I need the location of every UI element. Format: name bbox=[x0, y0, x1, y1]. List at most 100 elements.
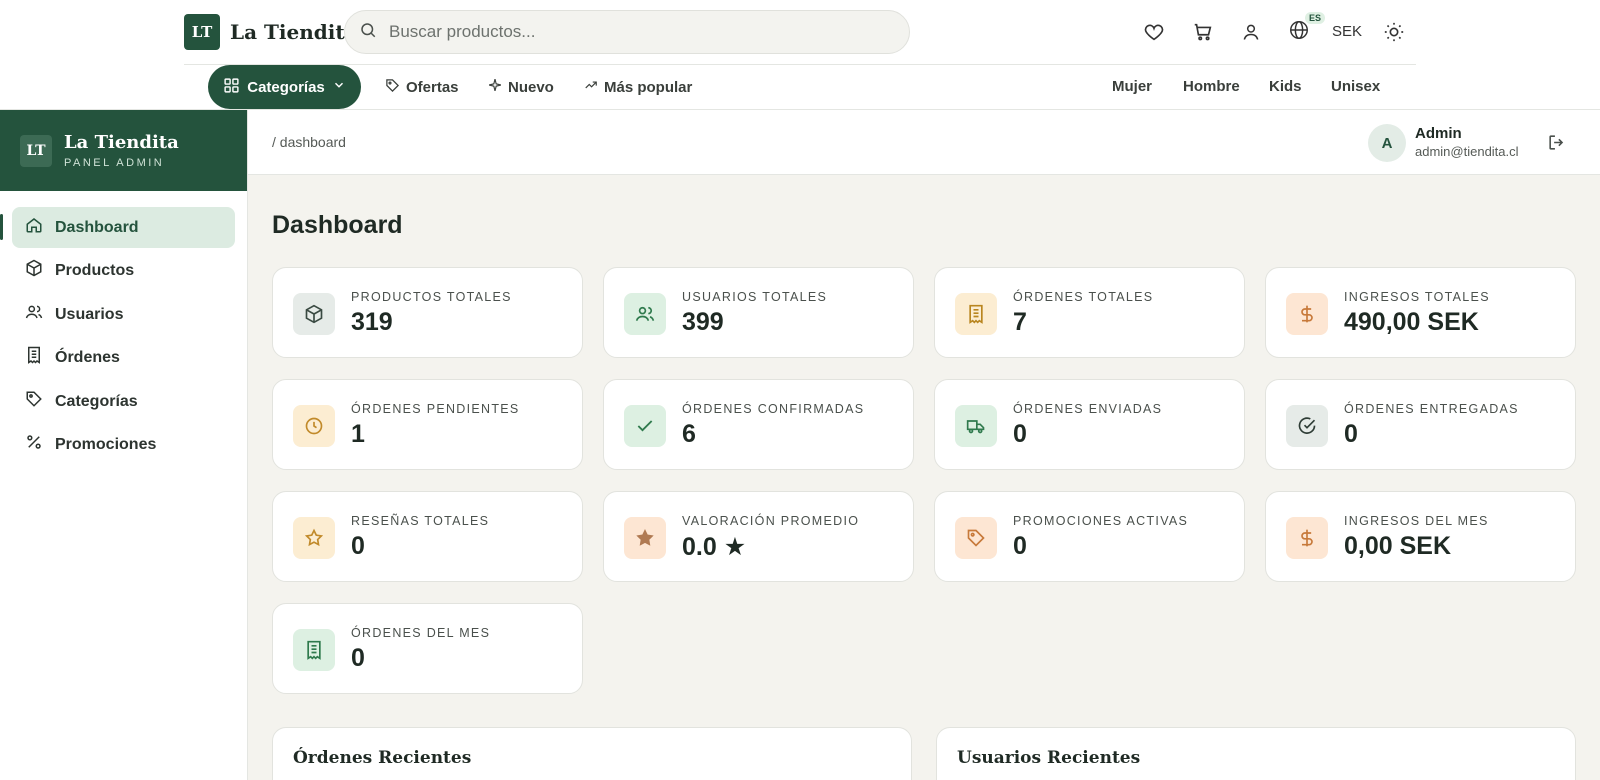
stat-value: 0 bbox=[351, 644, 365, 672]
nav-mas-popular[interactable]: Más popular bbox=[584, 78, 692, 96]
nav-nuevo[interactable]: Nuevo bbox=[488, 78, 554, 96]
stat-value: 0,00 SEK bbox=[1344, 532, 1452, 560]
stat-value: 0 bbox=[1344, 420, 1358, 448]
box-icon bbox=[25, 259, 43, 282]
stat-card-productos[interactable]: Productos totales 319 bbox=[272, 267, 583, 358]
sidebar-item-usuarios[interactable]: Usuarios bbox=[12, 294, 235, 335]
stat-value: 319 bbox=[351, 308, 393, 336]
sidebar-title: La Tiendita bbox=[64, 132, 179, 153]
panel-title: Órdenes Recientes bbox=[293, 748, 472, 768]
stat-label: Órdenes confirmadas bbox=[682, 402, 865, 416]
nav-link-label: Nuevo bbox=[508, 78, 554, 96]
main-content: / dashboard A Admin admin@tiendita.cl Da… bbox=[248, 110, 1600, 780]
sidebar-item-label: Dashboard bbox=[55, 218, 139, 236]
nav-ofertas[interactable]: Ofertas bbox=[385, 78, 459, 97]
stat-value: 7 bbox=[1013, 308, 1027, 336]
sidebar-item-label: Órdenes bbox=[55, 348, 120, 366]
admin-name: Admin bbox=[1415, 125, 1462, 142]
brand[interactable]: LT La Tiendita bbox=[184, 14, 358, 50]
stat-card-valoracion[interactable]: Valoración promedio 0.0 ★ bbox=[603, 491, 914, 582]
language-badge: ES bbox=[1304, 12, 1325, 24]
sun-icon[interactable] bbox=[1382, 20, 1406, 44]
star-icon bbox=[293, 517, 335, 559]
stat-value: 399 bbox=[682, 308, 724, 336]
page-title: Dashboard bbox=[272, 211, 403, 239]
tag-icon bbox=[385, 78, 400, 97]
users-icon bbox=[624, 293, 666, 335]
sidebar-subtitle: PANEL ADMIN bbox=[64, 157, 165, 169]
stat-label: Usuarios totales bbox=[682, 290, 828, 304]
stat-card-enviadas[interactable]: Órdenes enviadas 0 bbox=[934, 379, 1245, 470]
user-icon[interactable] bbox=[1239, 20, 1263, 44]
stat-value: 0.0 ★ bbox=[682, 533, 747, 561]
stat-card-resenas[interactable]: Reseñas totales 0 bbox=[272, 491, 583, 582]
chevron-down-icon bbox=[332, 78, 346, 96]
nav-kids[interactable]: Kids bbox=[1269, 78, 1302, 95]
sparkle-icon bbox=[488, 78, 502, 96]
stat-value: 0 bbox=[351, 532, 365, 560]
star-filled-icon bbox=[624, 517, 666, 559]
nav-mujer[interactable]: Mujer bbox=[1112, 78, 1152, 95]
home-icon bbox=[25, 216, 43, 239]
sidebar-item-productos[interactable]: Productos bbox=[12, 250, 235, 291]
stat-label: Ingresos del mes bbox=[1344, 514, 1489, 528]
users-icon bbox=[25, 303, 43, 326]
stat-card-ordenes[interactable]: Órdenes totales 7 bbox=[934, 267, 1245, 358]
stat-label: Órdenes totales bbox=[1013, 290, 1154, 304]
stat-label: Órdenes del mes bbox=[351, 626, 491, 640]
tag-icon bbox=[955, 517, 997, 559]
stat-label: Promociones activas bbox=[1013, 514, 1189, 528]
stat-card-pendientes[interactable]: Órdenes pendientes 1 bbox=[272, 379, 583, 470]
sidebar-item-label: Productos bbox=[55, 261, 135, 279]
sidebar-item-label: Usuarios bbox=[55, 305, 124, 323]
check-icon bbox=[624, 405, 666, 447]
stat-card-confirmadas[interactable]: Órdenes confirmadas 6 bbox=[603, 379, 914, 470]
sidebar-item-promociones[interactable]: Promociones bbox=[12, 424, 235, 465]
admin-topbar: / dashboard A Admin admin@tiendita.cl bbox=[248, 110, 1600, 175]
search-icon bbox=[359, 21, 377, 44]
admin-email: admin@tiendita.cl bbox=[1415, 144, 1519, 159]
categories-button[interactable]: Categorías bbox=[208, 65, 361, 109]
stat-label: Órdenes enviadas bbox=[1013, 402, 1163, 416]
receipt-icon bbox=[293, 629, 335, 671]
stat-card-entregadas[interactable]: Órdenes entregadas 0 bbox=[1265, 379, 1576, 470]
truck-icon bbox=[955, 405, 997, 447]
check-circle-icon bbox=[1286, 405, 1328, 447]
sidebar-item-label: Promociones bbox=[55, 435, 157, 453]
sidebar-item-ordenes[interactable]: Órdenes bbox=[12, 337, 235, 378]
breadcrumb[interactable]: / dashboard bbox=[272, 134, 346, 150]
stat-card-promociones[interactable]: Promociones activas 0 bbox=[934, 491, 1245, 582]
stat-value: 1 bbox=[351, 420, 365, 448]
stat-value: 6 bbox=[682, 420, 696, 448]
stat-card-ordenes-mes[interactable]: Órdenes del mes 0 bbox=[272, 603, 583, 694]
recent-orders-panel: Órdenes Recientes bbox=[272, 727, 912, 780]
sidebar-logo: LT bbox=[20, 134, 52, 167]
top-header: LT La Tiendita ES SEK bbox=[0, 0, 1600, 65]
box-icon bbox=[293, 293, 335, 335]
nav-unisex[interactable]: Unisex bbox=[1331, 78, 1380, 95]
currency-selector[interactable]: SEK bbox=[1332, 23, 1362, 40]
stat-label: Ingresos totales bbox=[1344, 290, 1490, 304]
cart-icon[interactable] bbox=[1191, 20, 1215, 44]
stat-label: Reseñas totales bbox=[351, 514, 490, 528]
heart-icon[interactable] bbox=[1142, 20, 1166, 44]
sidebar-item-categorias[interactable]: Categorías bbox=[12, 381, 235, 422]
categories-label: Categorías bbox=[247, 78, 325, 96]
dollar-icon bbox=[1286, 293, 1328, 335]
nav-hombre[interactable]: Hombre bbox=[1183, 78, 1240, 95]
receipt-icon bbox=[955, 293, 997, 335]
active-indicator bbox=[0, 214, 3, 240]
grid-icon bbox=[223, 77, 240, 98]
panel-title: Usuarios Recientes bbox=[957, 748, 1141, 768]
stat-card-usuarios[interactable]: Usuarios totales 399 bbox=[603, 267, 914, 358]
logout-icon[interactable] bbox=[1544, 130, 1568, 154]
stat-card-ingresos-mes[interactable]: Ingresos del mes 0,00 SEK bbox=[1265, 491, 1576, 582]
brand-name[interactable]: La Tiendita bbox=[230, 20, 358, 44]
avatar[interactable]: A bbox=[1368, 124, 1406, 162]
stat-card-ingresos[interactable]: Ingresos totales 490,00 SEK bbox=[1265, 267, 1576, 358]
language-selector[interactable]: ES bbox=[1287, 12, 1325, 44]
brand-logo[interactable]: LT bbox=[184, 14, 220, 50]
sidebar-item-dashboard[interactable]: Dashboard bbox=[12, 207, 235, 248]
search-bar[interactable] bbox=[344, 10, 910, 54]
search-input[interactable] bbox=[389, 22, 869, 42]
